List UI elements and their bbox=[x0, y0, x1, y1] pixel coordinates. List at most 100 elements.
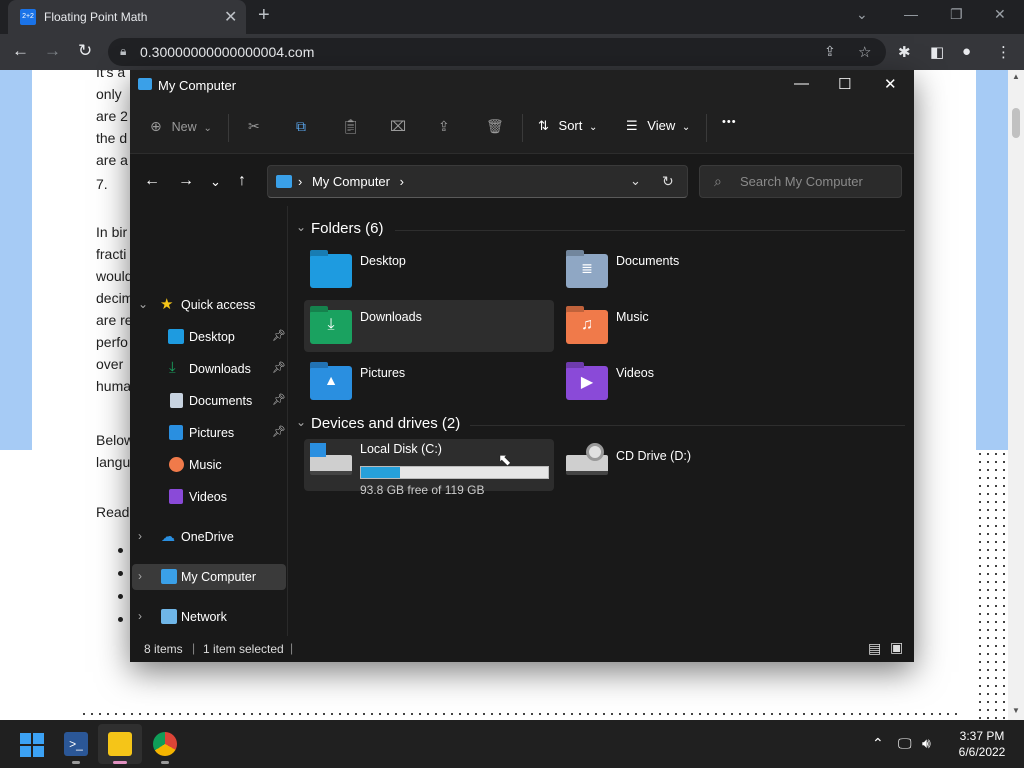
drive-tile-c[interactable]: Local Disk (C:) 93.8 GB free of 119 GB bbox=[304, 439, 554, 497]
explorer-maximize-icon[interactable]: ☐ bbox=[838, 75, 851, 93]
folder-tile-documents[interactable]: ≣ Documents bbox=[560, 244, 810, 296]
start-windows-icon[interactable] bbox=[20, 733, 44, 757]
chevron-right-icon[interactable]: › bbox=[138, 569, 142, 583]
browser-tab[interactable]: 2+2 Floating Point Math ✕ bbox=[8, 0, 246, 34]
sidebar-item-network[interactable]: › Network bbox=[132, 604, 286, 630]
pin-icon[interactable]: 📌︎ bbox=[272, 425, 286, 438]
breadcrumb-chevron-icon[interactable]: › bbox=[400, 174, 404, 189]
breadcrumb-item[interactable]: My Computer bbox=[312, 174, 390, 189]
profile-avatar-icon[interactable]: ● bbox=[962, 43, 971, 60]
search-placeholder: Search My Computer bbox=[740, 174, 863, 189]
cloud-icon: ☁ bbox=[161, 528, 175, 544]
restore-icon[interactable]: ❐ bbox=[950, 6, 963, 23]
up-icon[interactable]: ↑ bbox=[238, 172, 246, 190]
sidebar-item-label: Desktop bbox=[189, 330, 235, 344]
sidebar-item-onedrive[interactable]: › ☁ OneDrive bbox=[132, 524, 286, 550]
volume-icon[interactable]: 🔊︎ bbox=[922, 735, 931, 752]
paste-icon[interactable]: 📋︎ bbox=[342, 118, 360, 135]
videos-folder-icon: ▶ bbox=[566, 366, 608, 400]
recent-locations-chevron-icon[interactable]: ⌄ bbox=[210, 174, 221, 190]
sidebar-item-videos[interactable]: Videos bbox=[132, 484, 286, 510]
reload-icon[interactable]: ↻ bbox=[78, 41, 92, 61]
chevron-down-icon[interactable]: ⌄ bbox=[138, 297, 148, 311]
folder-tile-pictures[interactable]: ▲ Pictures bbox=[304, 356, 554, 408]
details-view-icon[interactable]: ▤ bbox=[868, 640, 881, 657]
powershell-icon[interactable]: >_ bbox=[64, 732, 88, 756]
chevron-down-icon[interactable]: ⌄ bbox=[296, 415, 306, 429]
folder-tile-music[interactable]: ♫ Music bbox=[560, 300, 810, 352]
drive-tile-d[interactable]: CD Drive (D:) bbox=[560, 439, 810, 491]
scroll-down-icon[interactable]: ▼ bbox=[1012, 706, 1020, 715]
side-panel-icon[interactable]: ◧ bbox=[930, 43, 944, 61]
sidebar-item-documents[interactable]: Documents 📌︎ bbox=[132, 388, 286, 414]
address-history-chevron-icon[interactable]: ⌄ bbox=[630, 173, 641, 189]
view-button[interactable]: ☰ View ⌄ bbox=[626, 118, 690, 134]
pin-icon[interactable]: 📌︎ bbox=[272, 361, 286, 374]
cut-icon[interactable]: ✂ bbox=[248, 118, 260, 135]
sidebar-item-music[interactable]: Music bbox=[132, 452, 286, 478]
share-icon[interactable]: ⇪ bbox=[824, 43, 836, 60]
app-running-indicator bbox=[161, 761, 169, 764]
folder-tile-desktop[interactable]: Desktop bbox=[304, 244, 554, 296]
forward-icon[interactable]: → bbox=[44, 41, 61, 61]
chevron-right-icon[interactable]: › bbox=[138, 609, 142, 623]
sidebar-item-pictures[interactable]: Pictures 📌︎ bbox=[132, 420, 286, 446]
sidebar-item-quick-access[interactable]: ⌄ ★ Quick access bbox=[132, 292, 286, 318]
pin-icon[interactable]: 📌︎ bbox=[272, 329, 286, 342]
sidebar-item-my-computer[interactable]: › My Computer bbox=[132, 564, 286, 590]
show-hidden-icons-chevron-icon[interactable]: ⌃ bbox=[872, 735, 884, 752]
minimize-icon[interactable]: — bbox=[904, 6, 918, 22]
chevron-right-icon[interactable]: › bbox=[138, 529, 142, 543]
sort-button[interactable]: ⇅ Sort ⌄ bbox=[538, 118, 597, 134]
pane-divider[interactable] bbox=[287, 206, 288, 636]
file-explorer-icon[interactable] bbox=[108, 732, 132, 756]
new-plus-icon: ⊕ bbox=[150, 118, 162, 134]
tab-close-icon[interactable]: ✕ bbox=[224, 7, 237, 27]
sort-icon: ⇅ bbox=[538, 118, 549, 133]
close-window-icon[interactable]: ✕ bbox=[994, 6, 1006, 23]
chrome-icon[interactable] bbox=[153, 732, 177, 756]
chrome-menu-icon[interactable]: ⋮ bbox=[996, 43, 1011, 61]
search-input[interactable]: ⌕ Search My Computer bbox=[699, 165, 902, 198]
devices-group-header[interactable]: Devices and drives (2) bbox=[311, 415, 460, 432]
chevron-down-icon[interactable]: ⌄ bbox=[296, 220, 306, 234]
star-icon: ★ bbox=[160, 296, 174, 313]
new-tab-icon[interactable]: + bbox=[258, 4, 270, 27]
folder-name: Pictures bbox=[360, 366, 406, 380]
tiles-view-icon[interactable]: ▣ bbox=[890, 639, 903, 656]
refresh-icon[interactable]: ↻ bbox=[662, 173, 674, 190]
scrollbar-thumb[interactable] bbox=[1012, 108, 1020, 138]
drive-name: CD Drive (D:) bbox=[616, 449, 691, 463]
explorer-address-bar[interactable]: › My Computer › ⌄ ↻ bbox=[267, 165, 688, 198]
explorer-title-bar[interactable]: My Computer — ☐ ✕ bbox=[130, 70, 914, 102]
network-status-icon[interactable]: 🖵︎ bbox=[898, 735, 912, 752]
share-icon[interactable]: ⇪ bbox=[438, 118, 450, 135]
list-bullet bbox=[118, 548, 123, 553]
group-divider bbox=[395, 230, 905, 231]
delete-icon[interactable]: 🗑︎ bbox=[486, 118, 504, 135]
folder-tile-downloads[interactable]: ⤓ Downloads bbox=[304, 300, 554, 352]
bookmark-star-icon[interactable]: ☆ bbox=[858, 43, 871, 61]
status-bar: 8 items | 1 item selected | ▤ ▣ bbox=[130, 636, 914, 662]
sidebar-item-desktop[interactable]: Desktop 📌︎ bbox=[132, 324, 286, 350]
folders-group-header[interactable]: Folders (6) bbox=[311, 220, 384, 237]
page-scrollbar[interactable]: ▲ ▼ bbox=[1008, 70, 1024, 720]
computer-icon bbox=[161, 569, 177, 584]
explorer-minimize-icon[interactable]: — bbox=[794, 75, 809, 92]
address-bar[interactable]: 🔒︎ 0.30000000000000004.com ⇪ ☆ bbox=[108, 38, 886, 66]
rename-icon[interactable]: ⌧ bbox=[390, 118, 406, 135]
clock[interactable]: 3:37 PM 6/6/2022 bbox=[950, 728, 1014, 760]
folder-tile-videos[interactable]: ▶ Videos bbox=[560, 356, 810, 408]
forward-icon[interactable]: → bbox=[178, 172, 194, 190]
explorer-close-icon[interactable]: ✕ bbox=[884, 75, 897, 93]
back-icon[interactable]: ← bbox=[12, 41, 29, 61]
pin-icon[interactable]: 📌︎ bbox=[272, 393, 286, 406]
copy-icon[interactable]: ⧉ bbox=[296, 118, 306, 135]
more-options-icon[interactable]: ••• bbox=[722, 116, 737, 128]
scroll-up-icon[interactable]: ▲ bbox=[1012, 72, 1020, 81]
extensions-icon[interactable]: ✱ bbox=[898, 43, 911, 61]
new-button[interactable]: ⊕ New ⌄ bbox=[150, 118, 212, 135]
tab-search-chevron-icon[interactable]: ⌄ bbox=[856, 6, 868, 23]
back-icon[interactable]: ← bbox=[144, 172, 160, 190]
sidebar-item-downloads[interactable]: ⤓ Downloads 📌︎ bbox=[132, 356, 286, 382]
